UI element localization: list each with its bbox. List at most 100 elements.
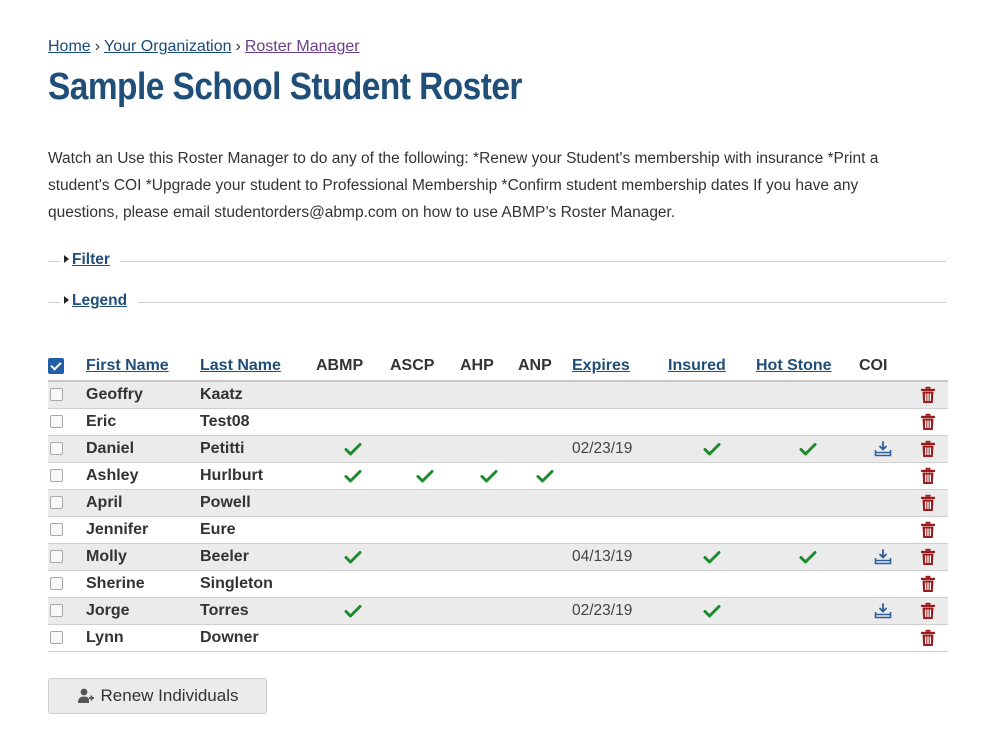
checkmark-icon bbox=[703, 550, 721, 564]
breadcrumb-organization-link[interactable]: Your Organization bbox=[104, 38, 232, 55]
ahp-cell bbox=[460, 435, 518, 463]
ascp-cell bbox=[390, 624, 460, 652]
anp-cell bbox=[518, 381, 572, 409]
trash-icon[interactable] bbox=[920, 629, 936, 647]
col-ahp: AHP bbox=[460, 352, 518, 382]
divider bbox=[120, 261, 946, 262]
caret-right-icon bbox=[64, 255, 69, 263]
expires-cell: 02/23/19 bbox=[572, 597, 668, 625]
expires-cell bbox=[572, 489, 668, 517]
first-name-cell: Sherine bbox=[86, 570, 200, 598]
row-checkbox[interactable] bbox=[50, 469, 63, 483]
renew-individuals-button[interactable]: Renew Individuals bbox=[48, 678, 267, 714]
hot-stone-cell bbox=[756, 570, 859, 598]
row-checkbox[interactable] bbox=[50, 523, 63, 537]
breadcrumb-home-link[interactable]: Home bbox=[48, 38, 91, 55]
row-checkbox[interactable] bbox=[50, 604, 63, 618]
sort-hot-stone-link[interactable]: Hot Stone bbox=[756, 357, 832, 374]
trash-icon[interactable] bbox=[920, 386, 936, 404]
trash-icon[interactable] bbox=[920, 521, 936, 539]
row-checkbox[interactable] bbox=[50, 496, 63, 510]
select-all-checkbox[interactable] bbox=[48, 357, 64, 374]
col-anp: ANP bbox=[518, 352, 572, 382]
sort-first-name-link[interactable]: First Name bbox=[86, 357, 169, 374]
sort-insured-link[interactable]: Insured bbox=[668, 357, 726, 374]
coi-cell bbox=[859, 435, 907, 463]
checkmark-icon bbox=[799, 550, 817, 564]
sort-expires-link[interactable]: Expires bbox=[572, 357, 630, 374]
col-coi: COI bbox=[859, 352, 907, 382]
first-name-cell: Ashley bbox=[86, 462, 200, 490]
expires-cell: 02/23/19 bbox=[572, 435, 668, 463]
row-select-cell bbox=[48, 381, 86, 409]
ascp-cell bbox=[390, 516, 460, 544]
last-name-cell: Torres bbox=[200, 597, 316, 625]
insured-cell bbox=[668, 516, 756, 544]
row-select-cell bbox=[48, 516, 86, 544]
breadcrumb: Home › Your Organization › Roster Manager bbox=[48, 38, 360, 56]
table-row: Ashley Hurlburt bbox=[48, 462, 948, 490]
delete-cell bbox=[907, 435, 948, 463]
hot-stone-cell bbox=[756, 543, 859, 571]
table-row: April Powell bbox=[48, 489, 948, 517]
trash-icon[interactable] bbox=[920, 602, 936, 620]
first-name-cell: Jennifer bbox=[86, 516, 200, 544]
checkmark-icon bbox=[703, 604, 721, 618]
anp-cell bbox=[518, 462, 572, 490]
last-name-cell: Singleton bbox=[200, 570, 316, 598]
breadcrumb-roster-manager-link[interactable]: Roster Manager bbox=[245, 38, 360, 55]
divider bbox=[138, 302, 946, 303]
hot-stone-cell bbox=[756, 381, 859, 409]
delete-cell bbox=[907, 597, 948, 625]
coi-cell bbox=[859, 543, 907, 571]
abmp-cell bbox=[316, 570, 390, 598]
filter-toggle[interactable]: Filter bbox=[64, 251, 110, 269]
legend-toggle[interactable]: Legend bbox=[64, 292, 127, 310]
row-select-cell bbox=[48, 597, 86, 625]
sort-last-name-link[interactable]: Last Name bbox=[200, 357, 281, 374]
insured-cell bbox=[668, 570, 756, 598]
last-name-cell: Beeler bbox=[200, 543, 316, 571]
download-coi-icon[interactable] bbox=[874, 440, 892, 457]
last-name-cell: Hurlburt bbox=[200, 462, 316, 490]
coi-cell bbox=[859, 624, 907, 652]
caret-right-icon bbox=[64, 296, 69, 304]
row-checkbox[interactable] bbox=[50, 577, 63, 591]
expires-cell bbox=[572, 624, 668, 652]
trash-icon[interactable] bbox=[920, 494, 936, 512]
coi-cell bbox=[859, 516, 907, 544]
table-row: Molly Beeler 04/13/19 bbox=[48, 543, 948, 571]
delete-cell bbox=[907, 462, 948, 490]
download-coi-icon[interactable] bbox=[874, 548, 892, 565]
ahp-cell bbox=[460, 462, 518, 490]
col-abmp: ABMP bbox=[316, 352, 390, 382]
trash-icon[interactable] bbox=[920, 413, 936, 431]
delete-cell bbox=[907, 381, 948, 409]
table-row: Geoffry Kaatz bbox=[48, 381, 948, 409]
checkmark-icon bbox=[703, 442, 721, 456]
first-name-cell: Daniel bbox=[86, 435, 200, 463]
col-last-name: Last Name bbox=[200, 352, 316, 382]
ahp-cell bbox=[460, 543, 518, 571]
row-checkbox[interactable] bbox=[50, 388, 63, 402]
download-coi-icon[interactable] bbox=[874, 602, 892, 619]
row-select-cell bbox=[48, 570, 86, 598]
row-checkbox[interactable] bbox=[50, 442, 63, 456]
anp-cell bbox=[518, 570, 572, 598]
trash-icon[interactable] bbox=[920, 548, 936, 566]
ascp-cell bbox=[390, 435, 460, 463]
ahp-cell bbox=[460, 570, 518, 598]
row-checkbox[interactable] bbox=[50, 415, 63, 429]
expires-cell bbox=[572, 462, 668, 490]
trash-icon[interactable] bbox=[920, 440, 936, 458]
row-checkbox[interactable] bbox=[50, 550, 63, 564]
row-select-cell bbox=[48, 462, 86, 490]
first-name-cell: April bbox=[86, 489, 200, 517]
row-checkbox[interactable] bbox=[50, 631, 63, 645]
abmp-cell bbox=[316, 381, 390, 409]
delete-cell bbox=[907, 516, 948, 544]
roster-table: First Name Last Name ABMP ASCP AHP ANP E… bbox=[48, 352, 948, 652]
breadcrumb-separator: › bbox=[235, 38, 241, 55]
trash-icon[interactable] bbox=[920, 575, 936, 593]
trash-icon[interactable] bbox=[920, 467, 936, 485]
